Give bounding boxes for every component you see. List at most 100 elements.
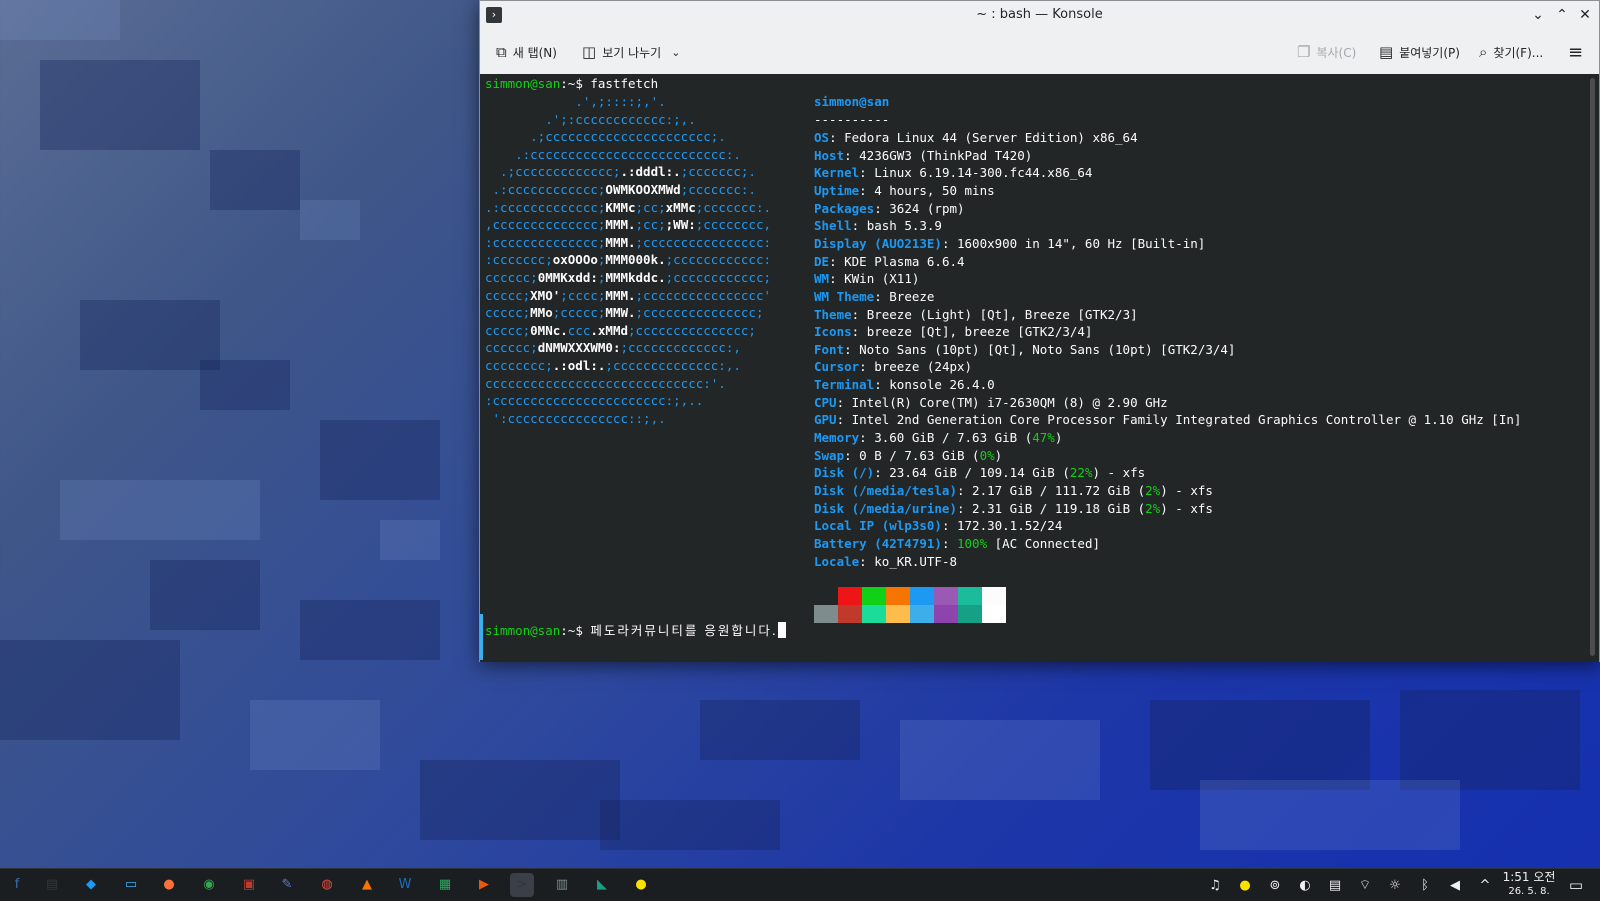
- kakaotalk-icon[interactable]: ●: [629, 873, 653, 897]
- prompt-user-2: simmon@san: [485, 623, 561, 638]
- wallpaper-shape: [150, 560, 260, 630]
- wallpaper-shape: [420, 760, 620, 840]
- paste-button[interactable]: ▤ 붙여넣기(P): [1379, 40, 1460, 64]
- chrome-icon[interactable]: ◉: [197, 873, 221, 897]
- app-launcher-icon[interactable]: f: [5, 873, 29, 897]
- vscode-icon[interactable]: ◣: [590, 873, 614, 897]
- wallpaper-shape: [200, 360, 290, 410]
- wallpaper-shape: [900, 720, 1100, 800]
- info-value: : KDE Plasma 6.6.4: [829, 253, 965, 269]
- logo-line: ccccc;0MNc.ccc.xMMd;ccccccccccccccc;: [485, 322, 756, 338]
- palette-swatch: [910, 587, 934, 605]
- info-row: Font: Noto Sans (10pt) [Qt], Noto Sans (…: [814, 341, 1235, 359]
- new-tab-button[interactable]: ⧉ 새 탭(N): [496, 40, 557, 64]
- info-value: : ko_KR.UTF-8: [859, 553, 957, 569]
- konsole-icon[interactable]: >: [510, 873, 534, 897]
- find-button[interactable]: ⌕ 찾기(F)...: [1479, 40, 1543, 64]
- info-value: : breeze (24px): [859, 359, 973, 375]
- split-view-button[interactable]: ◫ 보기 나누기 ⌄: [582, 40, 680, 64]
- show-desktop-icon[interactable]: ▭: [1567, 876, 1585, 894]
- hamburger-menu-button[interactable]: ≡: [1568, 40, 1583, 64]
- info-key: WM Theme: [814, 288, 875, 304]
- archive-icon[interactable]: ▣: [237, 873, 261, 897]
- info-key: Uptime: [814, 182, 860, 198]
- system-monitor-icon[interactable]: ▤: [40, 873, 64, 897]
- split-view-label: 보기 나누기: [602, 45, 662, 60]
- clock-time: 1:51 오전: [1502, 870, 1556, 884]
- clipboard-icon[interactable]: ▤: [1326, 877, 1344, 895]
- volume-icon[interactable]: ◀: [1446, 877, 1464, 895]
- info-row: Packages: 3624 (rpm): [814, 200, 965, 218]
- minimize-button[interactable]: ⌄: [1529, 6, 1547, 24]
- title-bar[interactable]: › ~ : bash — Konsole ⌄ ⌃ ✕: [480, 1, 1599, 30]
- brightness-icon[interactable]: ☼: [1386, 877, 1404, 895]
- updates-icon[interactable]: ⊚: [1266, 877, 1284, 895]
- info-value: : KWin (X11): [829, 271, 920, 287]
- new-tab-label: 새 탭(N): [512, 45, 557, 60]
- calc-icon[interactable]: ▦: [433, 873, 457, 897]
- info-row: Shell: bash 5.3.9: [814, 217, 942, 235]
- kakaotalk-tray-icon[interactable]: ●: [1236, 877, 1254, 895]
- disk-utility-icon[interactable]: ◍: [315, 873, 339, 897]
- remote-desktop-icon[interactable]: ▥: [550, 873, 574, 897]
- info-row: Icons: breeze [Qt], breeze [GTK2/3/4]: [814, 323, 1092, 341]
- paste-label: 붙여넣기(P): [1399, 45, 1460, 60]
- file-manager-icon[interactable]: ▭: [119, 873, 143, 897]
- color-picker-icon[interactable]: ◐: [1296, 877, 1314, 895]
- info-value: : 23.64 GiB / 109.14 GiB (: [874, 465, 1070, 481]
- info-percent: 2%: [1145, 500, 1161, 516]
- copy-label: 복사(C): [1316, 45, 1357, 60]
- info-value: : 3624 (rpm): [874, 200, 965, 216]
- logo-line: :ccccccccccccccccccccccc:;,..: [485, 393, 704, 409]
- close-button[interactable]: ✕: [1576, 6, 1594, 24]
- scroll-marker: [480, 614, 483, 660]
- firefox-icon[interactable]: ●: [157, 873, 181, 897]
- scrollbar[interactable]: [1590, 78, 1595, 656]
- wifi-icon[interactable]: ⌔: [1356, 877, 1374, 895]
- info-key: Display (AUO213E): [814, 235, 942, 251]
- impress-icon[interactable]: ▶: [472, 873, 496, 897]
- clock[interactable]: 1:51 오전 26. 5. 8.: [1502, 870, 1556, 898]
- wallpaper-shape: [80, 300, 220, 370]
- info-percent: 47%: [1032, 430, 1055, 446]
- tray-expand-icon[interactable]: ^: [1476, 877, 1494, 895]
- bluetooth-icon[interactable]: ᛒ: [1416, 877, 1434, 895]
- info-value: : 2.17 GiB / 111.72 GiB (: [957, 483, 1146, 498]
- logo-line: .;ccccccccccccc;.:dddl:.;ccccccc;.: [485, 164, 756, 180]
- info-value: : Intel 2nd Generation Core Processor Fa…: [836, 412, 1522, 428]
- info-value: : Breeze (Light) [Qt], Breeze [GTK2/3]: [851, 306, 1138, 322]
- info-key: Disk (/media/tesla): [814, 483, 957, 498]
- input-line[interactable]: simmon@san:~$ 페도라커뮤니티를 응원합니다.: [485, 622, 786, 640]
- info-value: : 1600x900 in 14", 60 Hz [Built-in]: [941, 235, 1206, 251]
- maximize-button[interactable]: ⌃: [1553, 6, 1571, 24]
- logo-line: .:cccccccccccccccccccccccccc:.: [485, 146, 741, 162]
- copy-button[interactable]: ❐ 복사(C): [1297, 40, 1356, 64]
- info-row: WM Theme: Breeze: [814, 288, 934, 306]
- info-key: DE: [814, 253, 830, 269]
- notifications-icon[interactable]: ♫: [1206, 877, 1224, 895]
- info-row: Disk (/media/urine): 2.31 GiB / 119.18 G…: [814, 500, 1213, 516]
- info-value: : Intel(R) Core(TM) i7-2630QM (8) @ 2.90…: [836, 394, 1168, 410]
- palette-swatch: [814, 587, 838, 605]
- clock-date: 26. 5. 8.: [1508, 886, 1550, 897]
- writer-icon[interactable]: W: [393, 873, 417, 897]
- info-percent: 0%: [979, 447, 995, 463]
- konsole-window: › ~ : bash — Konsole ⌄ ⌃ ✕ ⧉ 새 탭(N) ◫ 보기…: [479, 0, 1600, 662]
- vlc-icon[interactable]: ▲: [355, 873, 379, 897]
- logo-line: cccccc;dNMWXXXWM0:;ccccccccccccc:,: [485, 340, 741, 356]
- text-editor-icon[interactable]: ✎: [275, 873, 299, 897]
- new-tab-icon: ⧉: [496, 43, 507, 61]
- info-header: simmon@san: [814, 94, 890, 109]
- info-value: : 3.60 GiB / 7.63 GiB (: [859, 430, 1033, 446]
- info-key: Shell: [814, 218, 852, 234]
- info-row: Host: 4236GW3 (ThinkPad T420): [814, 147, 1032, 165]
- input-text: 페도라커뮤니티를 응원합니다.: [590, 623, 778, 638]
- info-row: GPU: Intel 2nd Generation Core Processor…: [814, 411, 1521, 429]
- terminal-area[interactable]: simmon@san:~$ fastfetch .',;::::;,'. .';…: [480, 74, 1599, 662]
- find-label: 찾기(F)...: [1493, 45, 1544, 60]
- palette-swatch: [862, 605, 886, 623]
- wallpaper-shape: [600, 800, 780, 850]
- discover-store-icon[interactable]: ◆: [79, 873, 103, 897]
- wallpaper-shape: [700, 700, 860, 760]
- info-row: OS: Fedora Linux 44 (Server Edition) x86…: [814, 129, 1138, 147]
